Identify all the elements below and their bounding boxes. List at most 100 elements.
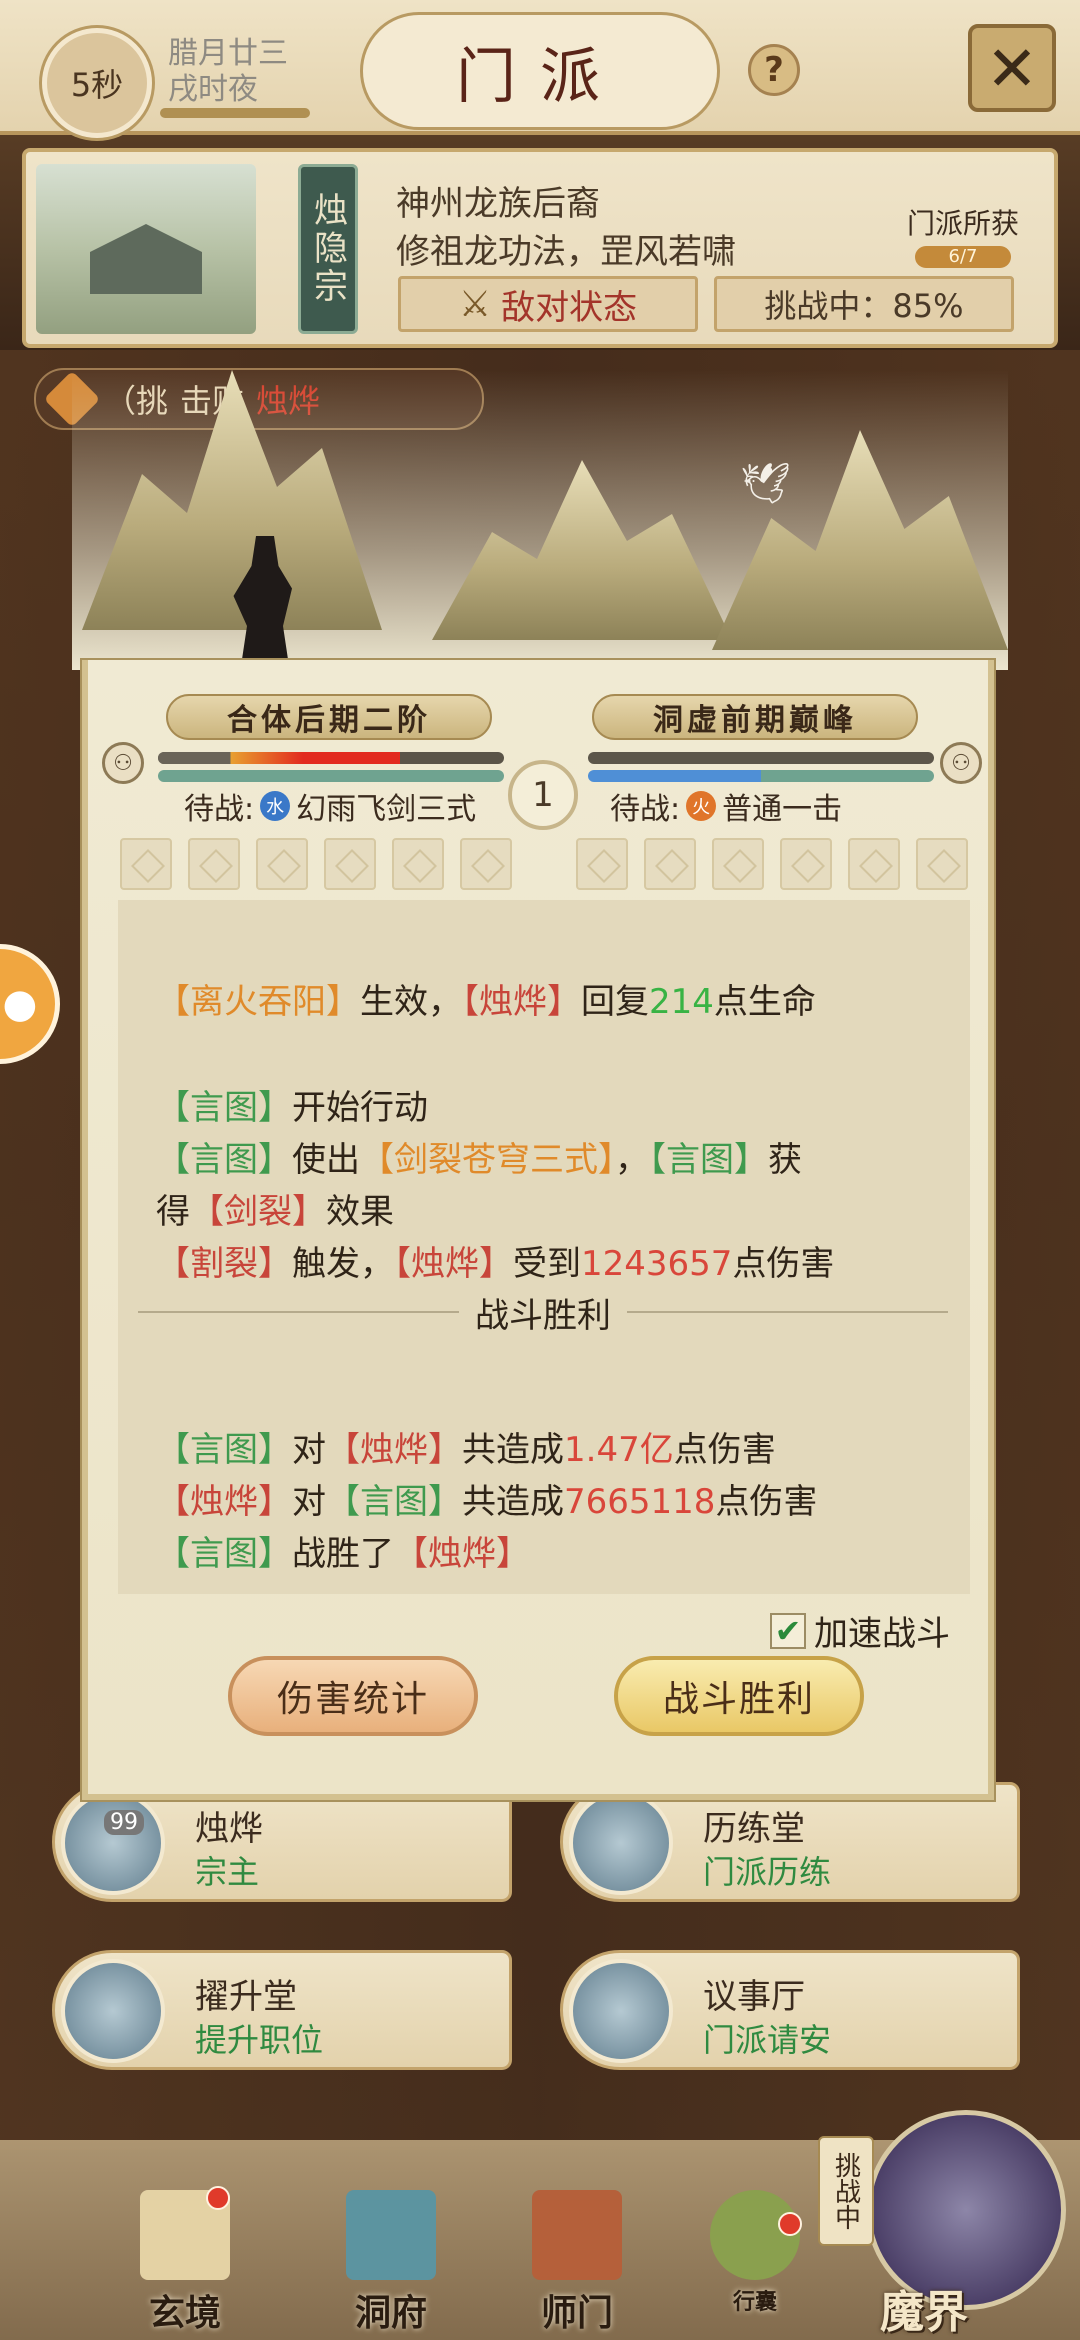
sect-name: 烛隐宗 <box>298 164 358 334</box>
player-mp-bar <box>158 770 504 782</box>
enemy-mp-bar <box>588 770 934 782</box>
card-promotion-hall[interactable]: 擢升堂 提升职位 <box>52 1950 512 2070</box>
player-rank: 合体后期二阶 <box>166 694 492 740</box>
hall-icon <box>569 1959 673 2063</box>
top-bar: 5秒 腊月廿三 戌时夜 门派 ? ✕ <box>0 0 1080 138</box>
sect-gain-label: 门派所获 <box>906 207 1019 240</box>
notification-dot <box>206 2186 230 2210</box>
speed-up-toggle[interactable]: ✔ 加速战斗 <box>770 1606 950 1655</box>
battle-victory-button[interactable]: 战斗胜利 <box>614 1656 864 1736</box>
buff-slot <box>576 838 628 890</box>
nav-label: 行囊 <box>732 2289 777 2315</box>
round-counter: 1 <box>508 760 578 830</box>
battle-landscape <box>72 370 1008 670</box>
waiting-label: 待战: <box>610 792 681 827</box>
hall-icon <box>61 1959 165 2063</box>
log-line: 【言图】开始行动 <box>156 1088 428 1128</box>
buff-slot <box>916 838 968 890</box>
nav-item-bag[interactable]: 行囊 <box>680 2190 830 2340</box>
card-title: 擢升堂 <box>195 1977 297 2017</box>
log-line: 【割裂】触发，【烛烨】受到1243657点伤害 <box>156 1244 835 1284</box>
enemy-hp-fill <box>588 752 934 764</box>
buff-slot <box>188 838 240 890</box>
crossed-swords-icon: ⚔ <box>458 283 492 325</box>
buff-slot <box>392 838 444 890</box>
log-line: 得【剑裂】效果 <box>156 1192 394 1232</box>
demon-realm-label: 魔界 <box>880 2287 968 2338</box>
message-count-badge: 99 <box>104 1810 144 1835</box>
buff-slot <box>712 838 764 890</box>
sect-info-panel: 烛隐宗 神州龙族后裔 修祖龙功法，罡风若啸 ⚔ 敌对状态 挑战中：85% 门派所… <box>22 148 1058 348</box>
help-button[interactable]: ? <box>748 44 800 96</box>
house-icon <box>90 224 202 294</box>
sect-description-1: 神州龙族后裔 <box>396 184 600 224</box>
player-mp-fill <box>158 770 504 782</box>
challenge-progress: 挑战中：85% <box>714 276 1014 332</box>
enemy-rank: 洞虚前期巅峰 <box>592 694 918 740</box>
nav-item-xuanjing[interactable]: 玄境 <box>110 2190 260 2340</box>
fire-element-icon: 火 <box>686 791 717 821</box>
log-line: 【言图】对【烛烨】共造成1.47亿点伤害 <box>156 1430 776 1470</box>
card-subtitle: 门派历练 <box>703 1853 832 1891</box>
page-title: 门派 <box>360 12 720 130</box>
battle-log[interactable]: 【离火吞阳】生效，【烛烨】回复214点生命 【言图】开始行动 【言图】使出【剑裂… <box>118 900 970 1594</box>
battle-result-modal: 合体后期二阶 洞虚前期巅峰 ⚇ ⚇ 1 待战: 水 幻雨飞剑三式 待战: 火 普… <box>82 660 994 1800</box>
buff-slot <box>848 838 900 890</box>
card-sect-master[interactable]: 烛烨 宗主 <box>52 1782 512 1902</box>
log-line: 【烛烨】对【言图】共造成7665118点伤害 <box>156 1482 818 1522</box>
log-line: 【言图】战胜了【烛烨】 <box>156 1534 530 1574</box>
damage-stats-button[interactable]: 伤害统计 <box>228 1656 478 1736</box>
enemy-buff-slots <box>576 838 968 890</box>
sect-master-avatar <box>61 1791 165 1895</box>
player-waiting-skill: 待战: 水 幻雨飞剑三式 <box>184 784 476 828</box>
buff-slot <box>644 838 696 890</box>
sect-gain-button[interactable]: 门派所获 6/7 <box>888 202 1038 272</box>
card-subtitle: 宗主 <box>195 1853 260 1891</box>
card-subtitle: 门派请安 <box>703 2021 832 2059</box>
enemy-waiting-skill: 待战: 火 普通一击 <box>610 784 842 828</box>
pavilion-icon <box>346 2190 436 2280</box>
log-divider: 战斗胜利 <box>138 1292 948 1336</box>
nav-label: 师门 <box>540 2292 613 2334</box>
sect-landscape-image <box>36 164 256 334</box>
time-progress-bar <box>160 108 310 118</box>
checkmark-icon: ✔ <box>774 1611 802 1650</box>
banner-icon <box>532 2190 622 2280</box>
enemy-mp-fill <box>588 770 934 782</box>
challenge-tag: 挑战中 <box>818 2136 874 2246</box>
card-title: 历练堂 <box>703 1809 805 1849</box>
card-council-hall[interactable]: 议事厅 门派请安 <box>560 1950 1020 2070</box>
card-title: 烛烨 <box>195 1809 263 1849</box>
enemy-hp-bar <box>588 752 934 764</box>
mountain-art <box>82 370 382 630</box>
gamepad-icon: ● <box>2 981 38 1027</box>
player-avatar-icon[interactable]: ⚇ <box>102 742 144 784</box>
enemy-status-label: 敌对状态 <box>501 287 638 328</box>
buff-slot <box>460 838 512 890</box>
player-buff-slots <box>120 838 512 890</box>
timer: 5秒 <box>42 28 152 138</box>
close-button[interactable]: ✕ <box>968 24 1056 112</box>
buff-slot <box>120 838 172 890</box>
player-hp-bar <box>158 752 504 764</box>
hall-icon <box>569 1791 673 1895</box>
victory-divider-label: 战斗胜利 <box>475 1295 611 1336</box>
enemy-status-button[interactable]: ⚔ 敌对状态 <box>398 276 698 332</box>
log-line: 【离火吞阳】生效，【烛烨】回复214点生命 <box>156 982 816 1022</box>
player-next-skill: 幻雨飞剑三式 <box>296 792 477 827</box>
sect-description-2: 修祖龙功法，罡风若啸 <box>396 232 736 272</box>
buff-slot <box>780 838 832 890</box>
mountain-art <box>432 460 732 640</box>
speed-checkbox[interactable]: ✔ <box>770 1611 806 1650</box>
divider-line <box>627 1311 948 1313</box>
enemy-avatar-icon[interactable]: ⚇ <box>940 742 982 784</box>
card-subtitle: 提升职位 <box>195 2021 324 2059</box>
nav-item-shimen[interactable]: 师门 <box>502 2190 652 2340</box>
card-training-hall[interactable]: 历练堂 门派历练 <box>560 1782 1020 1902</box>
nav-label: 玄境 <box>148 2292 221 2334</box>
buff-slot <box>256 838 308 890</box>
nav-item-dongfu[interactable]: 洞府 <box>316 2190 466 2340</box>
time-of-day: 戌时夜 <box>168 72 258 107</box>
log-line: 【言图】使出【剑裂苍穹三式】，【言图】获 <box>156 1140 802 1180</box>
buff-slot <box>324 838 376 890</box>
